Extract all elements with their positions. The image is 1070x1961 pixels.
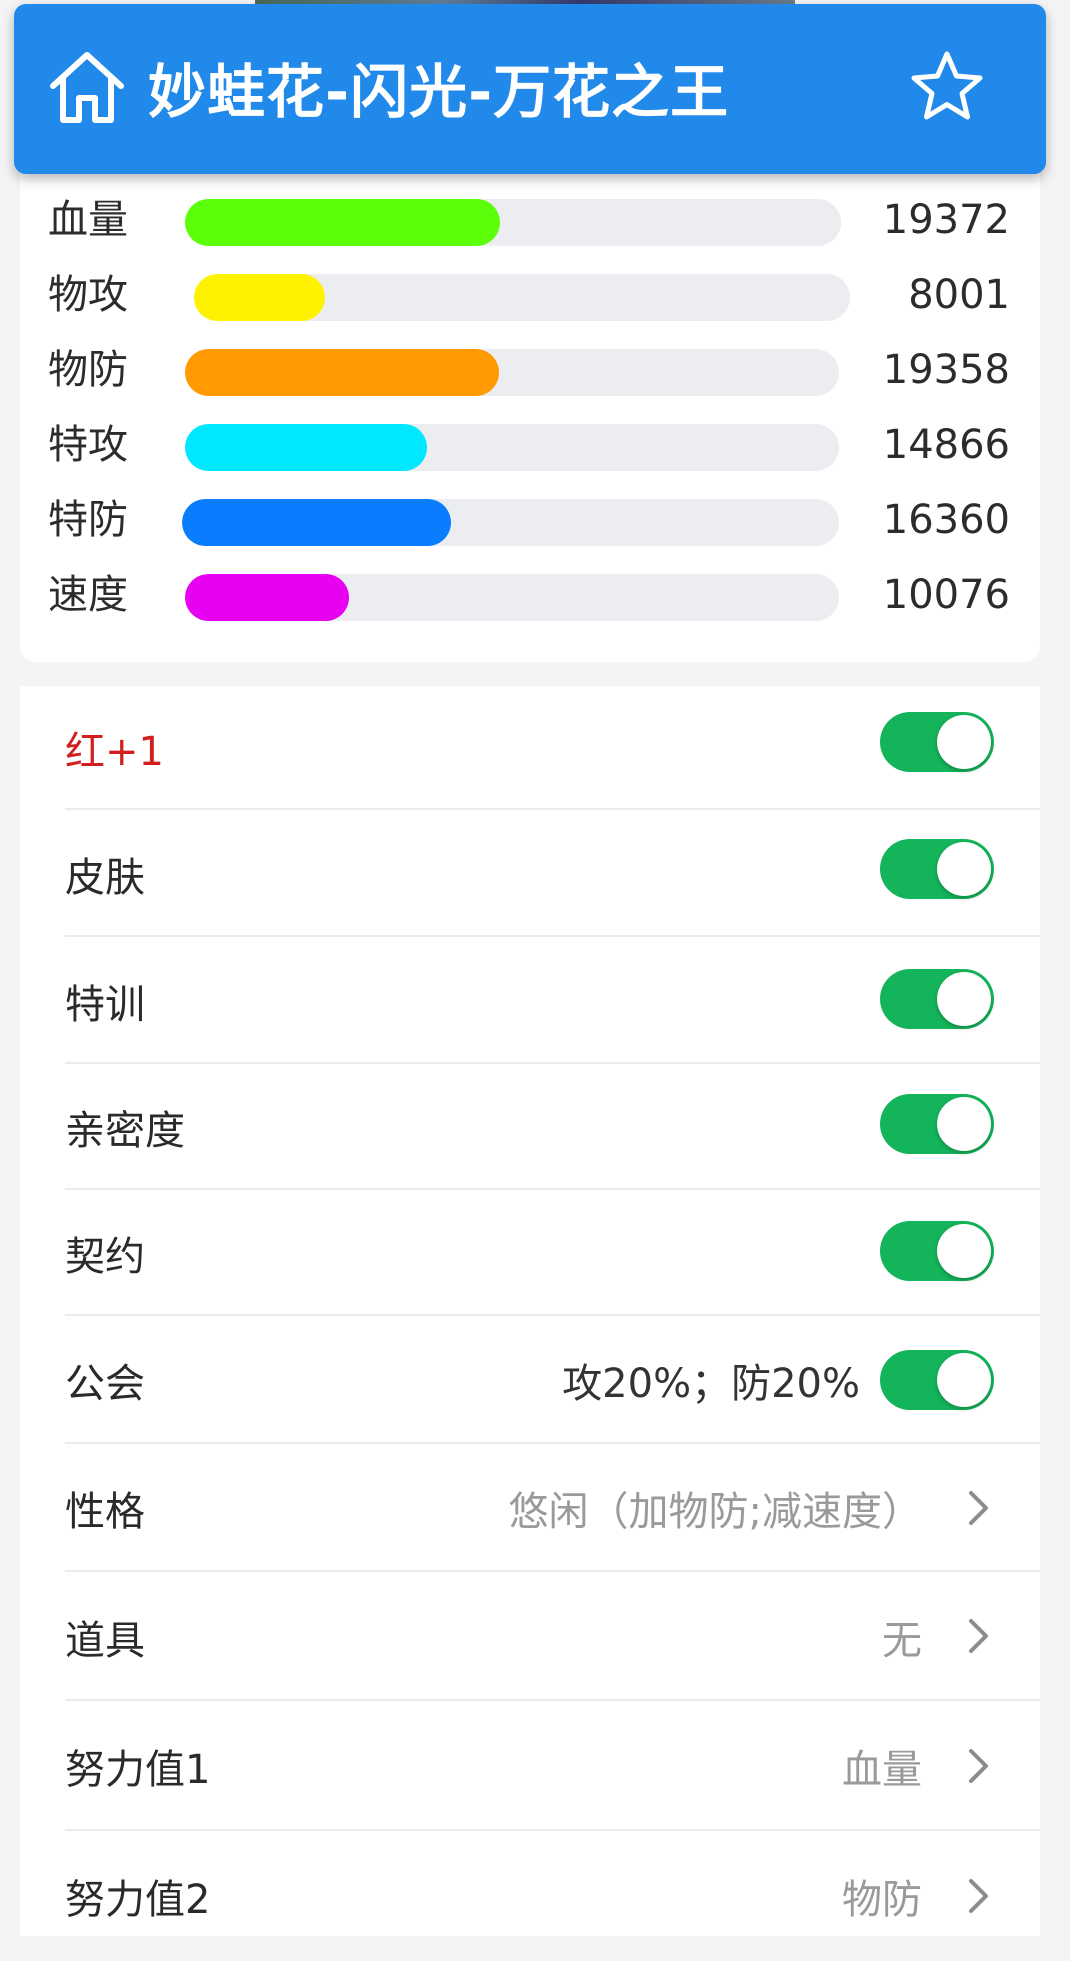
- setting-value: 血量: [842, 1747, 922, 1793]
- setting-value: 物防: [842, 1877, 922, 1923]
- chevron-right-icon: [969, 1749, 988, 1783]
- stat-value: 19372: [882, 197, 1010, 243]
- toggle-row-skin: 皮肤: [20, 810, 1040, 937]
- stat-row-sp-defense: 特防 16360: [20, 483, 1040, 558]
- settings-list: 红+1 皮肤 特训 亲密度 契约 公会 攻20%；防20% 性格 悠闲（加物防;…: [20, 686, 1040, 1936]
- select-row-ev2[interactable]: 努力值2 物防: [20, 1831, 1040, 1961]
- select-row-nature[interactable]: 性格 悠闲（加物防;减速度）: [20, 1444, 1040, 1572]
- toggle-knob: [937, 1097, 991, 1151]
- stat-label: 物防: [48, 347, 128, 393]
- toggle-knob: [937, 715, 991, 769]
- toggle-knob: [937, 1353, 991, 1407]
- stat-label: 血量: [48, 197, 128, 243]
- stat-bar-fill: [185, 199, 500, 246]
- chevron-right-icon: [969, 1619, 988, 1653]
- stat-bar: [185, 349, 839, 396]
- stat-value: 19358: [882, 347, 1010, 393]
- toggle-row-training: 特训: [20, 937, 1040, 1064]
- setting-label: 性格: [65, 1489, 145, 1535]
- toggle-switch[interactable]: [880, 1094, 994, 1154]
- stat-value: 16360: [882, 497, 1010, 543]
- stat-bar: [194, 274, 850, 321]
- chevron-right-icon: [969, 1879, 988, 1913]
- stat-value: 14866: [882, 422, 1010, 468]
- toggle-knob: [937, 1224, 991, 1278]
- setting-label: 道具: [65, 1617, 145, 1664]
- toggle-switch[interactable]: [880, 839, 994, 899]
- stat-bar-fill: [185, 424, 427, 471]
- setting-label: 努力值1: [65, 1747, 211, 1793]
- setting-label: 努力值2: [65, 1877, 211, 1923]
- toggle-knob: [937, 842, 991, 896]
- stat-row-hp: 血量 19372: [20, 183, 1040, 258]
- toggle-switch[interactable]: [880, 1350, 994, 1410]
- toggle-switch[interactable]: [880, 969, 994, 1029]
- toggle-row-intimacy: 亲密度: [20, 1064, 1040, 1190]
- stat-bar: [185, 424, 839, 471]
- toggle-switch[interactable]: [880, 712, 994, 772]
- toggle-row-guild: 公会 攻20%；防20%: [20, 1316, 1040, 1444]
- stat-row-speed: 速度 10076: [20, 558, 1040, 633]
- page-title: 妙蛙花-闪光-万花之王: [148, 58, 730, 126]
- setting-label: 红+1: [65, 729, 164, 775]
- app-header: 妙蛙花-闪光-万花之王: [14, 4, 1046, 174]
- stat-bar-fill: [185, 349, 499, 396]
- toggle-row-contract: 契约: [20, 1190, 1040, 1316]
- setting-value: 无: [882, 1617, 922, 1664]
- stat-label: 特攻: [48, 422, 128, 468]
- stat-row-attack: 物攻 8001: [20, 258, 1040, 333]
- guild-bonus-text: 攻20%；防20%: [562, 1361, 860, 1407]
- home-icon[interactable]: [44, 44, 130, 130]
- setting-label: 特训: [65, 981, 145, 1028]
- toggle-row-red-plus-one: 红+1: [20, 686, 1040, 810]
- stat-bar: [185, 199, 841, 246]
- stat-row-sp-attack: 特攻 14866: [20, 408, 1040, 483]
- toggle-knob: [937, 972, 991, 1026]
- stat-row-defense: 物防 19358: [20, 333, 1040, 408]
- stat-bar-fill: [194, 274, 326, 321]
- setting-label: 皮肤: [65, 854, 145, 901]
- stat-label: 物攻: [48, 272, 128, 318]
- setting-label: 公会: [65, 1361, 145, 1407]
- stat-bar-fill: [185, 574, 349, 621]
- select-row-ev1[interactable]: 努力值1 血量: [20, 1701, 1040, 1831]
- select-row-item[interactable]: 道具 无: [20, 1572, 1040, 1701]
- stat-label: 特防: [48, 497, 128, 543]
- stat-value: 10076: [882, 572, 1010, 618]
- star-icon[interactable]: [904, 44, 990, 130]
- stat-bar-fill: [182, 499, 452, 546]
- stat-bar: [182, 499, 839, 546]
- chevron-right-icon: [969, 1491, 988, 1525]
- stat-value: 8001: [908, 272, 1010, 318]
- toggle-switch[interactable]: [880, 1221, 994, 1281]
- stats-card: 血量 19372 物攻 8001 物防 19358 特攻 14866 特防 16…: [20, 120, 1040, 662]
- setting-label: 亲密度: [65, 1108, 185, 1154]
- setting-value: 悠闲（加物防;减速度）: [508, 1489, 922, 1535]
- stat-bar: [185, 574, 839, 621]
- stat-label: 速度: [48, 572, 128, 618]
- setting-label: 契约: [65, 1234, 145, 1280]
